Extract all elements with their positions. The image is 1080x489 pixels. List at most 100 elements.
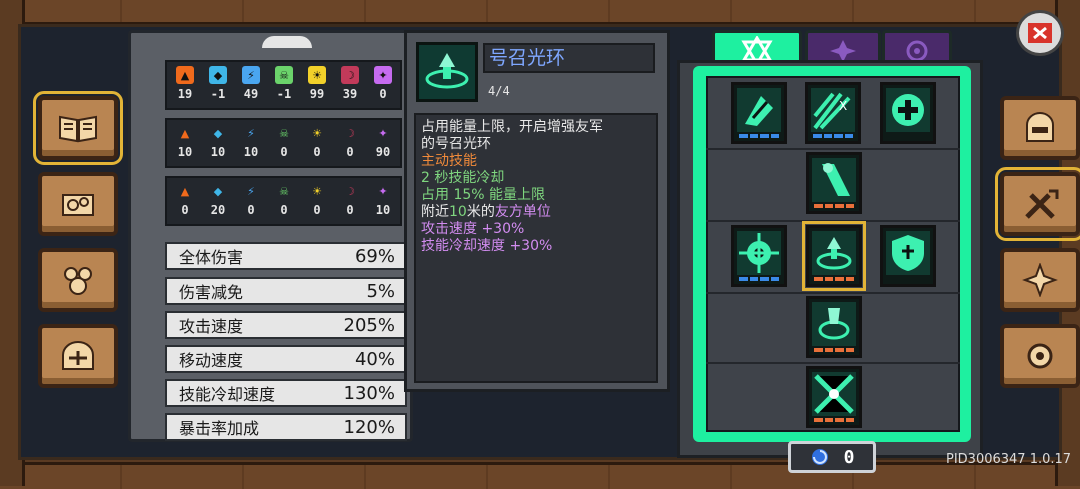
gear-burst-icon [737,231,781,275]
element-cell: ☽ 0 [335,182,365,218]
gear-icon [1027,343,1053,369]
element-value: 10 [177,145,193,159]
skill-node-heal[interactable] [880,82,936,144]
element-cell: ▲ 0 [170,182,200,218]
skill-level: 4/4 [488,84,510,98]
stat-value: 130% [343,382,395,404]
crossed-swords-up-icon [1025,189,1059,219]
compass-icon [1022,263,1058,297]
lightning-icon: ⚡ [247,184,255,198]
element-damage-grid: ▲ 19 ◆ -1 ⚡ 49 ☠ -1 ☀ 99 ☽ 39 ✦ 0 [165,60,402,110]
element-value: 0 [346,203,354,217]
element-value: 10 [375,203,391,217]
element-value: 49 [243,87,259,101]
element-value: 0 [313,203,321,217]
close-button[interactable] [1016,10,1064,56]
element-cell: ⚡ 49 [236,66,266,101]
skill-node-guardian[interactable] [731,82,787,144]
stat-crit-bonus: 暴击率加成 120% [165,413,407,441]
desc-text: 附近 [421,204,449,220]
skill-node-gear[interactable] [731,225,787,287]
sword-burst-icon: X [811,88,855,132]
dark-icon: ☽ [345,126,355,140]
wood-top [0,0,1080,25]
element-cell: ⚡ 0 [236,182,266,218]
element-cell: ☽ 39 [335,66,365,101]
dark-icon: ☽ [345,184,355,198]
stat-cooldown-speed: 技能冷却速度 130% [165,379,407,407]
lightning-icon: ⚡ [247,126,255,140]
desc-line-buff: 技能冷却速度 +30% [421,238,553,254]
nav-scroll-tab[interactable] [38,172,118,236]
skill-icon-large [416,42,478,102]
nav-hero-tab[interactable] [1000,96,1080,160]
skill-node-rally-aura[interactable] [802,221,866,291]
skill-node-strike[interactable]: X [805,82,861,144]
skill-node-shield[interactable] [880,225,936,287]
aura-icon [812,231,856,275]
element-value: -1 [210,87,226,101]
skill-node-drill[interactable] [806,152,862,214]
element-value: 10 [210,145,226,159]
svg-text:X: X [839,99,847,113]
nav-compass-tab[interactable] [1000,248,1080,312]
desc-line: 的号召光环 [421,136,491,152]
stat-label: 全体伤害 [179,248,244,267]
element-value: 0 [313,145,321,159]
fire-icon: ▲ [180,184,190,198]
heal-cross-icon [886,88,930,132]
hero-helmet-icon [1026,112,1054,142]
desc-number: 10 [449,204,467,220]
nav-settings-tab[interactable] [1000,324,1080,388]
knight-slash-icon [737,88,781,132]
nav-pets-tab[interactable] [38,248,118,312]
nav-book-tab[interactable] [33,91,123,165]
arcane-icon: ✦ [378,184,388,198]
helmet-icon [62,341,94,370]
stat-label: 伤害减免 [179,283,244,302]
element-value: 20 [210,203,226,217]
skill-points-counter: 0 [788,441,876,473]
element-value: 0 [280,145,288,159]
element-chance-grid: ▲ 10 ◆ 10 ⚡ 10 ☠ 0 ☀ 0 ☽ 0 ✦ 90 [165,118,402,168]
stat-value: 5% [366,280,395,302]
vortex-icon [812,372,856,416]
element-cell: ✦ 10 [368,182,398,218]
swirl-gem-icon [811,449,828,465]
desc-line-range: 附近10米的友方单位 [421,204,651,221]
element-cell: ◆ -1 [203,66,233,101]
poison-icon: ☠ [279,184,289,198]
shield-icon [886,231,930,275]
arcane-icon: ✦ [374,66,392,84]
element-cell: ☠ -1 [269,66,299,101]
nav-talents-tab[interactable] [995,167,1080,241]
ice-icon: ◆ [213,184,223,198]
stat-value: 205% [343,314,395,336]
stat-value: 69% [354,245,395,267]
element-cell: ◆ 20 [203,182,233,218]
version-label: PID3006347 1.0.17 [946,452,1072,467]
element-value: 0 [280,203,288,217]
aura-icon [419,45,475,99]
fire-icon: ▲ [176,66,194,84]
close-icon [1028,23,1052,43]
element-cell: ☠ 0 [269,124,299,160]
scroll-icon [62,194,94,216]
element-cell: ⚡ 10 [236,124,266,160]
nav-helmet-tab[interactable] [38,324,118,388]
poison-icon: ☠ [279,126,289,140]
ice-icon: ◆ [213,126,223,140]
element-value: 0 [379,87,387,101]
skill-node-vortex[interactable] [806,366,862,428]
element-value: 39 [342,87,358,101]
totem-ring-icon [812,302,856,346]
desc-line: 占用能量上限，开启增强友军 [421,119,603,135]
skill-description: 占用能量上限，开启增强友军 的号召光环 主动技能 2 秒技能冷却 占用 15% … [414,113,658,383]
light-icon: ☀ [312,126,322,140]
stat-value: 120% [343,416,395,438]
skill-node-totem[interactable] [806,296,862,358]
stat-label: 技能冷却速度 [179,385,276,404]
skill-points-value: 0 [843,446,855,468]
dark-icon: ☽ [341,66,359,84]
element-value: 90 [375,145,391,159]
